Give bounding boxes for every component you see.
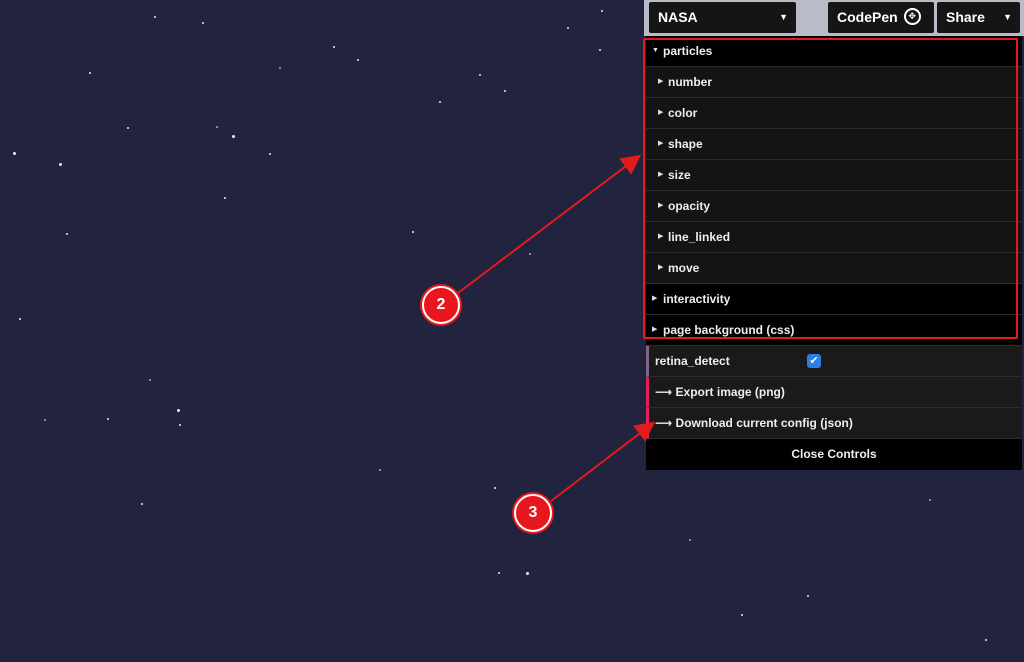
annotation-arrow-2 bbox=[457, 154, 642, 294]
annotation-arrow-3 bbox=[550, 421, 656, 502]
annotation-arrows bbox=[457, 154, 656, 502]
annotation-badge-3: 3 bbox=[514, 494, 552, 532]
annotation-badge-2: 2 bbox=[422, 286, 460, 324]
